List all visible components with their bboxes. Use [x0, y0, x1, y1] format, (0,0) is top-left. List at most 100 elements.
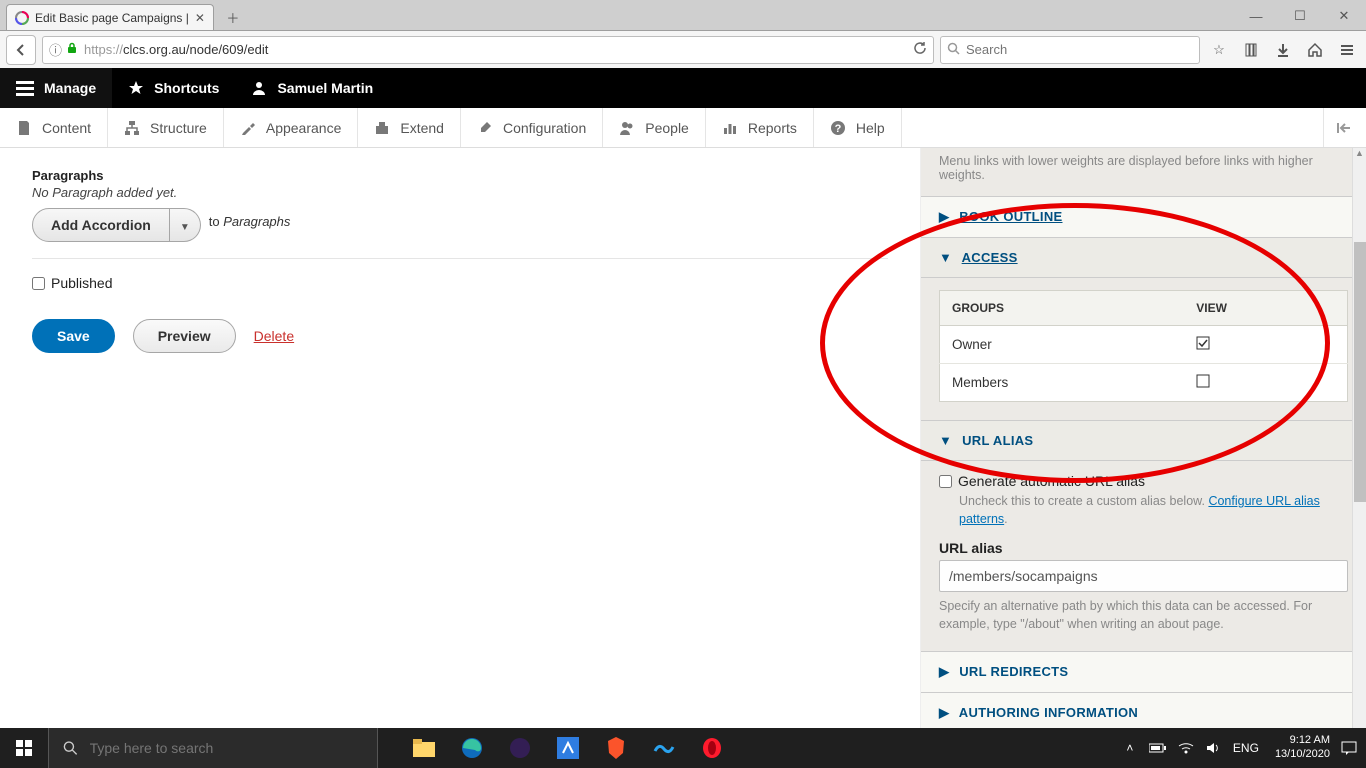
volume-icon[interactable]: [1205, 739, 1223, 757]
window-controls: — ☐ ✕: [1234, 2, 1366, 30]
admin-configuration-label: Configuration: [503, 120, 586, 136]
lock-icon: [66, 42, 78, 57]
appearance-icon: [240, 120, 256, 136]
taskbar-search[interactable]: [48, 728, 378, 768]
checkbox-unchecked-icon: [1196, 376, 1210, 391]
published-checkbox[interactable]: [32, 277, 45, 290]
action-row: Save Preview Delete: [32, 319, 888, 353]
admin-content[interactable]: Content: [0, 108, 108, 147]
address-bar: ⓘ https://clcs.org.au/node/609/edit ☆: [0, 30, 1366, 68]
add-accordion-button[interactable]: Add Accordion: [32, 208, 170, 242]
maximize-button[interactable]: ☐: [1278, 2, 1322, 30]
admin-appearance[interactable]: Appearance: [224, 108, 359, 147]
chevron-right-icon: ▶: [939, 664, 949, 680]
home-icon[interactable]: [1302, 37, 1328, 63]
toolbar-user[interactable]: Samuel Martin: [235, 68, 389, 108]
url-alias-help: Specify an alternative path by which thi…: [939, 598, 1348, 633]
access-body: GROUPS VIEW Owner: [921, 278, 1366, 421]
admin-reports[interactable]: Reports: [706, 108, 814, 147]
search-icon: [947, 42, 960, 58]
toolbar-user-label: Samuel Martin: [277, 80, 373, 96]
generate-auto-alias-checkbox[interactable]: [939, 475, 952, 488]
start-button[interactable]: [0, 728, 48, 768]
book-outline-head[interactable]: ▶ BOOK OUTLINE: [921, 197, 1366, 238]
published-row[interactable]: Published: [32, 275, 888, 291]
taskbar-apps: [400, 728, 736, 768]
browser-chrome: Edit Basic page Campaigns | ✕ ＋ — ☐ ✕ ⓘ …: [0, 0, 1366, 68]
browser-tab[interactable]: Edit Basic page Campaigns | ✕: [6, 4, 214, 30]
close-button[interactable]: ✕: [1322, 2, 1366, 30]
search-icon: [63, 740, 78, 756]
admin-structure[interactable]: Structure: [108, 108, 224, 147]
waterfox-icon[interactable]: [640, 728, 688, 768]
firefox-icon[interactable]: [496, 728, 544, 768]
edge-icon[interactable]: [448, 728, 496, 768]
admin-collapse[interactable]: [1323, 108, 1366, 147]
admin-appearance-label: Appearance: [266, 120, 342, 136]
back-button[interactable]: [6, 35, 36, 65]
url-alias-label-head: URL ALIAS: [962, 433, 1033, 448]
browser-search-field[interactable]: [940, 36, 1200, 64]
language-label[interactable]: ENG: [1233, 739, 1259, 757]
close-icon[interactable]: ✕: [189, 11, 205, 25]
notifications-icon[interactable]: [1340, 739, 1358, 757]
structure-icon: [124, 120, 140, 136]
favicon-icon: [15, 11, 29, 25]
tray-chevron-icon[interactable]: ˄: [1121, 739, 1139, 757]
taskbar-search-input[interactable]: [90, 740, 363, 756]
admin-menu: Content Structure Appearance Extend Conf…: [0, 108, 1366, 148]
url-text: https://clcs.org.au/node/609/edit: [84, 42, 268, 57]
preview-button[interactable]: Preview: [133, 319, 236, 353]
owner-view-cell[interactable]: [1184, 326, 1347, 364]
divider: [32, 258, 888, 259]
configuration-icon: [477, 120, 493, 136]
reload-icon[interactable]: [913, 41, 927, 58]
url-alias-head[interactable]: ▼ URL ALIAS: [921, 421, 1366, 461]
admin-people-label: People: [645, 120, 689, 136]
paragraphs-empty-text: No Paragraph added yet.: [32, 185, 888, 200]
members-view-cell[interactable]: [1184, 364, 1347, 402]
add-accordion-split-button: Add Accordion ▼: [32, 208, 201, 242]
generate-auto-alias-label: Generate automatic URL alias: [958, 473, 1145, 489]
toolbar-manage-label: Manage: [44, 80, 96, 96]
tab-title: Edit Basic page Campaigns |: [35, 11, 189, 25]
admin-help[interactable]: ? Help: [814, 108, 902, 147]
admin-configuration[interactable]: Configuration: [461, 108, 603, 147]
battery-icon[interactable]: [1149, 739, 1167, 757]
clock[interactable]: 9:12 AM 13/10/2020: [1275, 734, 1330, 762]
admin-extend-label: Extend: [400, 120, 444, 136]
add-accordion-dropdown[interactable]: ▼: [170, 208, 201, 242]
url-redirects-head[interactable]: ▶ URL REDIRECTS: [921, 652, 1366, 693]
new-tab-button[interactable]: ＋: [220, 4, 246, 30]
help-icon: ?: [830, 120, 846, 136]
published-label: Published: [51, 275, 113, 291]
toolbar-manage[interactable]: Manage: [0, 68, 112, 108]
access-head[interactable]: ▼ ACCESS: [921, 238, 1366, 278]
url-alias-input[interactable]: [939, 560, 1348, 592]
explorer-icon[interactable]: [400, 728, 448, 768]
extend-icon: [374, 120, 390, 136]
minimize-button[interactable]: —: [1234, 2, 1278, 30]
app-icon[interactable]: [544, 728, 592, 768]
url-alias-body: Generate automatic URL alias Uncheck thi…: [921, 461, 1366, 652]
admin-people[interactable]: People: [603, 108, 706, 147]
authoring-head[interactable]: ▶ AUTHORING INFORMATION: [921, 693, 1366, 730]
sidebar: Menu links with lower weights are displa…: [920, 148, 1366, 730]
delete-link[interactable]: Delete: [254, 328, 294, 344]
url-field[interactable]: ⓘ https://clcs.org.au/node/609/edit: [42, 36, 934, 64]
menu-icon[interactable]: [1334, 37, 1360, 63]
browser-search-input[interactable]: [966, 42, 1193, 57]
downloads-icon[interactable]: [1270, 37, 1296, 63]
toolbar-shortcuts[interactable]: Shortcuts: [112, 68, 235, 108]
brave-icon[interactable]: [592, 728, 640, 768]
save-button[interactable]: Save: [32, 319, 115, 353]
scrollbar[interactable]: ▲: [1352, 148, 1366, 730]
to-paragraphs-label: to Paragraphs: [209, 214, 291, 229]
admin-extend[interactable]: Extend: [358, 108, 461, 147]
wifi-icon[interactable]: [1177, 739, 1195, 757]
library-icon[interactable]: [1238, 37, 1264, 63]
user-icon: [251, 80, 267, 96]
bookmark-icon[interactable]: ☆: [1206, 37, 1232, 63]
hamburger-icon: [16, 81, 34, 96]
opera-icon[interactable]: [688, 728, 736, 768]
